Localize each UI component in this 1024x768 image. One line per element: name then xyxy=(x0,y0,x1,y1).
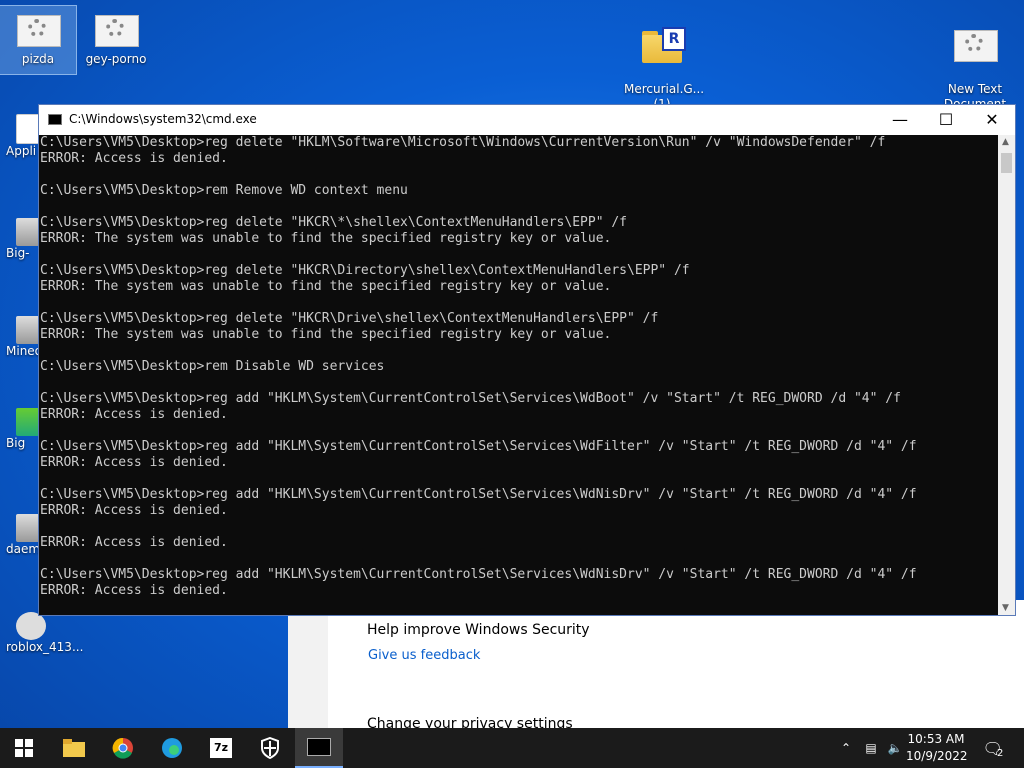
desktop-icon-label: gey-porno xyxy=(85,52,147,66)
desktop-icon-label: roblox_413... xyxy=(6,640,84,654)
folder-icon xyxy=(63,739,85,757)
console-line: C:\Users\VM5\Desktop>rem Disable WD serv… xyxy=(40,359,385,374)
console-line: C:\Users\VM5\Desktop>rem Remove WD conte… xyxy=(40,183,408,198)
cmd-title: C:\Windows\system32\cmd.exe xyxy=(69,112,257,126)
console-line: ERROR: The system was unable to find the… xyxy=(40,327,612,342)
file-icon xyxy=(16,12,61,48)
console-line: C:\Users\VM5\Desktop>reg delete "HKCR\Di… xyxy=(40,263,690,278)
desktop-icon-daemon[interactable]: daem xyxy=(6,514,40,556)
cmd-scrollbar[interactable]: ▲ ▼ xyxy=(998,135,1015,615)
console-line: C:\Users\VM5\Desktop>reg delete "HKCR\Dr… xyxy=(40,311,659,326)
file-icon xyxy=(953,27,998,63)
cmd-title-bar[interactable]: C:\Windows\system32\cmd.exe — ☐ ✕ xyxy=(39,105,1015,135)
taskbar-windows-security[interactable] xyxy=(246,728,294,768)
desktop-icon-label: Appli xyxy=(6,144,37,158)
taskbar-edge[interactable] xyxy=(148,728,196,768)
desktop-icon-big-fish[interactable]: Big xyxy=(6,408,40,450)
file-icon xyxy=(94,12,139,48)
desktop-icon-roblox[interactable]: roblox_413... xyxy=(6,612,86,654)
console-line: C:\Users\VM5\Desktop>reg add "HKLM\Syste… xyxy=(40,391,901,406)
minimize-button[interactable]: — xyxy=(877,105,923,135)
improve-heading: Help improve Windows Security xyxy=(367,622,590,638)
desktop-icon-appli[interactable]: Appli xyxy=(6,114,42,158)
show-hidden-icons-chevron[interactable]: ⌃ xyxy=(836,728,856,768)
console-line: ERROR: Access is denied. xyxy=(40,455,228,470)
chrome-icon xyxy=(112,737,133,759)
taskbar-7zip[interactable]: 7z xyxy=(197,728,245,768)
notification-center-button[interactable]: 🗨 2 xyxy=(978,728,1008,768)
clock-date: 10/9/2022 xyxy=(906,749,968,763)
taskbar-clock[interactable]: 10:53 AM 10/9/2022 xyxy=(906,731,968,765)
windows-security-window: Help improve Windows Security Give us fe… xyxy=(288,600,1024,732)
console-line: ERROR: Access is denied. xyxy=(40,151,228,166)
console-line: C:\Users\VM5\Desktop>reg add "HKLM\Syste… xyxy=(40,567,917,582)
console-line: ERROR: Access is denied. xyxy=(40,407,228,422)
desktop-icon-label: Big xyxy=(6,436,26,450)
console-line: C:\Users\VM5\Desktop>reg delete "HKLM\So… xyxy=(40,135,886,150)
console-line: ERROR: The system was unable to find the… xyxy=(40,231,612,246)
give-feedback-link[interactable]: Give us feedback xyxy=(368,648,480,663)
start-button[interactable] xyxy=(0,728,48,768)
taskbar-chrome[interactable] xyxy=(99,728,147,768)
desktop-icon-pizda[interactable]: pizda xyxy=(0,5,77,75)
edge-icon xyxy=(162,738,182,758)
desktop-icon-label: Mineo xyxy=(6,344,43,358)
cmd-window[interactable]: C:\Windows\system32\cmd.exe — ☐ ✕ C:\Use… xyxy=(38,104,1016,616)
notification-count: 2 xyxy=(996,747,1004,759)
cmd-icon xyxy=(48,114,62,125)
console-line: C:\Users\VM5\Desktop>reg delete "HKCR\*\… xyxy=(40,215,627,230)
scroll-up-icon[interactable]: ▲ xyxy=(1002,137,1009,147)
desktop-icon-gey-porno[interactable]: gey-porno xyxy=(78,6,154,67)
desktop-icon-label: Big- xyxy=(6,246,30,260)
desktop-icon-label: daem xyxy=(6,542,41,556)
7zip-icon: 7z xyxy=(210,738,232,758)
folder-icon: R xyxy=(640,27,686,63)
desktop-icon-label: pizda xyxy=(21,52,55,66)
console-line: ERROR: The system was unable to find the… xyxy=(40,279,612,294)
network-icon[interactable]: ▤ xyxy=(860,728,882,768)
taskbar-cmd[interactable] xyxy=(295,728,343,768)
security-nav-pane xyxy=(288,600,328,728)
taskbar: 7z ⌃ ▤ 🔈 10:53 AM 10/9/2022 🗨 2 xyxy=(0,728,1024,768)
close-button[interactable]: ✕ xyxy=(969,105,1015,135)
taskbar-file-explorer[interactable] xyxy=(50,728,98,768)
volume-icon[interactable]: 🔈 xyxy=(884,728,906,768)
console-line: ERROR: Access is denied. xyxy=(40,583,228,598)
cmd-output[interactable]: C:\Users\VM5\Desktop>reg delete "HKLM\So… xyxy=(39,135,999,615)
windows-logo-icon xyxy=(15,739,33,757)
desktop-icon-big[interactable]: Big- xyxy=(6,218,40,260)
console-line: C:\Users\VM5\Desktop>reg add "HKLM\Syste… xyxy=(40,439,917,454)
console-line: ERROR: Access is denied. xyxy=(40,535,228,550)
scroll-thumb[interactable] xyxy=(1001,153,1012,173)
maximize-button[interactable]: ☐ xyxy=(923,105,969,135)
scroll-down-icon[interactable]: ▼ xyxy=(1002,603,1009,613)
shield-icon xyxy=(261,737,279,759)
desktop-icon-minecraft[interactable]: Mineo xyxy=(6,316,43,358)
cmd-icon xyxy=(307,738,331,756)
console-line: C:\Users\VM5\Desktop>reg add "HKLM\Syste… xyxy=(40,487,917,502)
clock-time: 10:53 AM xyxy=(907,732,965,746)
console-line: ERROR: Access is denied. xyxy=(40,503,228,518)
